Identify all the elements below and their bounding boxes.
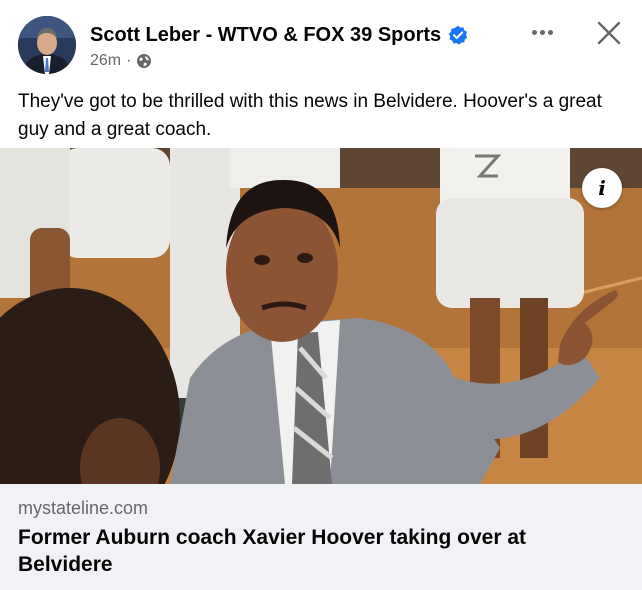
article-photo[interactable] xyxy=(0,148,642,484)
author-avatar[interactable] xyxy=(18,16,76,74)
author-row: Scott Leber - WTVO & FOX 39 Sports xyxy=(90,22,468,48)
post-text: They've got to be thrilled with this new… xyxy=(18,91,602,140)
info-icon[interactable]: i xyxy=(582,168,622,208)
author-name[interactable]: Scott Leber - WTVO & FOX 39 Sports xyxy=(90,24,441,47)
post-meta: 26m · xyxy=(90,51,152,71)
more-options-icon[interactable] xyxy=(520,18,564,46)
close-icon[interactable] xyxy=(590,16,628,50)
link-domain: mystateline.com xyxy=(18,498,149,518)
globe-icon[interactable] xyxy=(136,53,152,69)
avatar-image xyxy=(18,16,76,74)
post-header: Scott Leber - WTVO & FOX 39 Sports 26m · xyxy=(0,0,642,84)
meta-separator: · xyxy=(126,52,132,69)
link-preview-card[interactable]: mystateline.com Former Auburn coach Xavi… xyxy=(0,484,642,590)
link-headline[interactable]: Former Auburn coach Xavier Hoover taking… xyxy=(18,524,618,578)
verified-badge-icon xyxy=(448,25,468,45)
post-timestamp[interactable]: 26m xyxy=(90,52,121,70)
coach-photo-illustration xyxy=(0,148,642,484)
